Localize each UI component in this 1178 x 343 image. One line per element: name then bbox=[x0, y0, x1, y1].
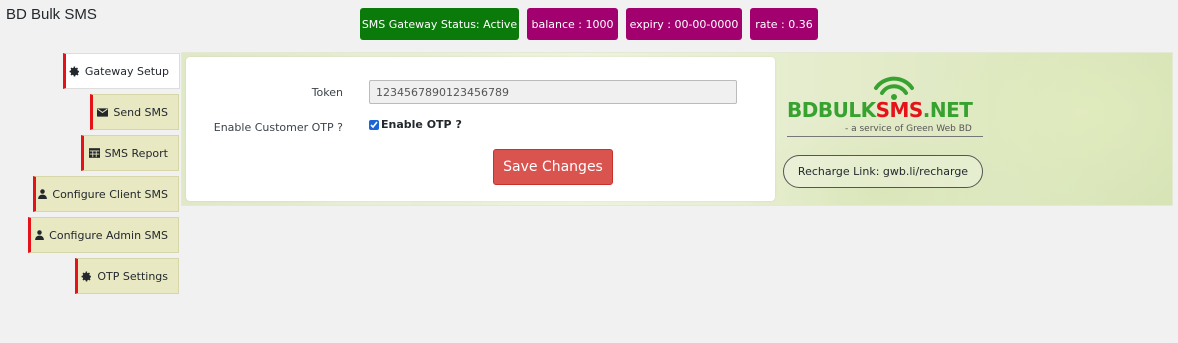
wifi-signal-icon bbox=[874, 76, 914, 100]
gear-icon bbox=[81, 271, 92, 282]
enable-otp-checkbox[interactable] bbox=[369, 119, 379, 130]
tab-configure-admin-sms[interactable]: Configure Admin SMS bbox=[28, 217, 179, 253]
token-input[interactable] bbox=[369, 80, 737, 104]
logo-wordmark: BDBULKSMS.NET bbox=[787, 98, 973, 122]
recharge-link-button[interactable]: Recharge Link: gwb.li/recharge bbox=[783, 155, 983, 188]
tab-label: Configure Admin SMS bbox=[49, 228, 168, 242]
tab-send-sms[interactable]: Send SMS bbox=[90, 94, 179, 130]
user-icon bbox=[35, 230, 45, 240]
save-changes-button[interactable]: Save Changes bbox=[493, 149, 613, 185]
tab-otp-settings[interactable]: OTP Settings bbox=[75, 258, 179, 294]
balance-badge: balance : 1000 bbox=[527, 8, 618, 40]
table-icon bbox=[88, 148, 100, 158]
enable-customer-otp-label: Enable Customer OTP ? bbox=[213, 121, 343, 134]
enable-otp-option[interactable]: Enable OTP ? bbox=[369, 118, 462, 131]
enable-otp-checkbox-label: Enable OTP ? bbox=[381, 118, 462, 131]
token-label: Token bbox=[311, 86, 343, 99]
gateway-setup-form: Token Enable Customer OTP ? Enable OTP ?… bbox=[186, 57, 775, 201]
logo-tagline: - a service of Green Web BD bbox=[845, 124, 972, 134]
tab-label: Configure Client SMS bbox=[52, 187, 168, 201]
gear-icon bbox=[69, 66, 80, 77]
tab-sms-report[interactable]: SMS Report bbox=[81, 135, 179, 171]
tab-configure-client-sms[interactable]: Configure Client SMS bbox=[33, 176, 179, 212]
page-title: BD Bulk SMS bbox=[6, 6, 97, 23]
tab-label: Send SMS bbox=[113, 105, 168, 119]
envelope-icon bbox=[97, 107, 109, 117]
expiry-badge: expiry : 00-00-0000 bbox=[626, 8, 742, 40]
gateway-status-badge: SMS Gateway Status: Active bbox=[360, 8, 519, 40]
tab-gateway-setup[interactable]: Gateway Setup bbox=[63, 53, 180, 89]
divider bbox=[787, 136, 983, 137]
rate-badge: rate : 0.36 bbox=[750, 8, 818, 40]
bdbulksms-logo: BDBULKSMS.NET - a service of Green Web B… bbox=[787, 74, 987, 140]
user-icon bbox=[38, 189, 48, 199]
tab-label: Gateway Setup bbox=[84, 64, 169, 78]
tab-label: OTP Settings bbox=[97, 269, 168, 283]
tab-label: SMS Report bbox=[104, 146, 168, 160]
